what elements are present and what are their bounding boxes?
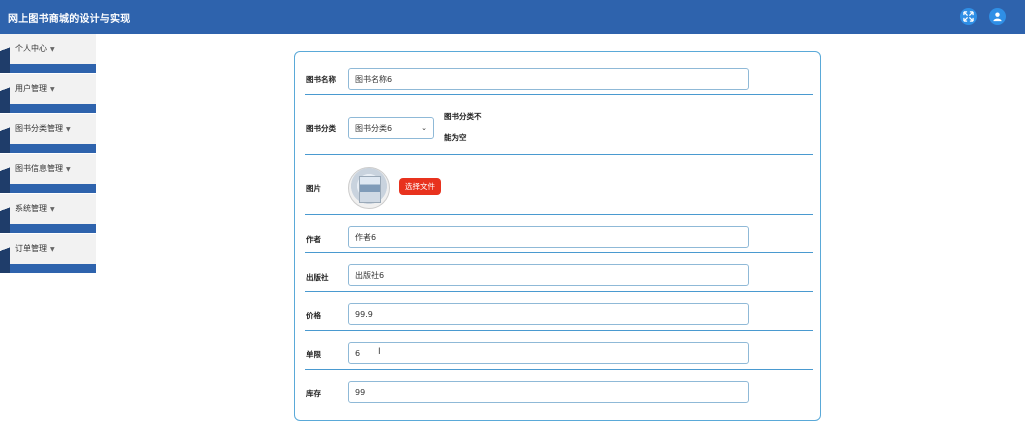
book-name-input[interactable]: 图书名称6	[348, 68, 749, 90]
publisher-input[interactable]: 出版社6	[348, 264, 749, 286]
user-icon	[993, 12, 1002, 22]
sidebar-item-label: 个人中心	[15, 44, 47, 53]
category-warning-line1: 图书分类不	[444, 112, 482, 121]
sidebar-item-label: 订单管理	[15, 244, 47, 253]
text-cursor-icon: I	[378, 347, 381, 357]
limit-input[interactable]: 6	[348, 342, 749, 364]
sidebar-item-label: 图书分类管理	[15, 124, 63, 133]
sidebar-item-system-management[interactable]: 系统管理 ▼	[0, 194, 96, 234]
stock-label: 库存	[306, 389, 321, 398]
sidebar-item-user-management[interactable]: 用户管理 ▼	[0, 74, 96, 114]
publisher-label: 出版社	[306, 273, 329, 282]
sidebar-item-book-info-management[interactable]: 图书信息管理 ▼	[0, 154, 96, 194]
app-title: 网上图书商城的设计与实现	[8, 14, 131, 25]
price-input[interactable]: 99.9	[348, 303, 749, 325]
caret-down-icon: ▼	[66, 126, 71, 133]
category-select[interactable]: 图书分类6 ⌄	[348, 117, 434, 139]
sidebar-item-order-management[interactable]: 订单管理 ▼	[0, 234, 96, 274]
choose-file-button[interactable]: 选择文件	[399, 178, 441, 195]
sidebar: 个人中心 ▼ 用户管理 ▼ 图书分类管理 ▼ 图书信息管理 ▼ 系统管理 ▼ 订单管理 ▼	[0, 34, 96, 400]
category-warning-line2: 能为空	[444, 133, 467, 142]
sidebar-item-category-management[interactable]: 图书分类管理 ▼	[0, 114, 96, 154]
author-input[interactable]: 作者6	[348, 226, 749, 248]
fullscreen-button[interactable]	[960, 8, 977, 25]
sidebar-item-label: 系统管理	[15, 204, 47, 213]
category-selected-value: 图书分类6	[355, 123, 393, 133]
sidebar-item-label: 用户管理	[15, 84, 47, 93]
caret-down-icon: ▼	[50, 246, 55, 253]
sidebar-item-label: 图书信息管理	[15, 164, 63, 173]
caret-down-icon: ▼	[50, 86, 55, 93]
category-label: 图书分类	[306, 124, 336, 133]
app-header: 网上图书商城的设计与实现	[0, 0, 1025, 34]
book-name-label: 图书名称	[306, 75, 336, 84]
caret-down-icon: ▼	[50, 46, 55, 53]
image-label: 图片	[306, 184, 321, 193]
book-edit-form: 图书名称 图书名称6 图书分类 图书分类6 ⌄ 图书分类不 能为空 图片 选择文…	[294, 51, 821, 421]
expand-icon	[963, 11, 974, 22]
sidebar-item-personal-center[interactable]: 个人中心 ▼	[0, 34, 96, 74]
author-label: 作者	[306, 235, 321, 244]
user-button[interactable]	[989, 8, 1006, 25]
limit-label: 单限	[306, 350, 321, 359]
caret-down-icon: ▼	[66, 166, 71, 173]
price-label: 价格	[306, 311, 321, 320]
chevron-down-icon: ⌄	[421, 124, 427, 132]
caret-down-icon: ▼	[50, 206, 55, 213]
book-cover-thumbnail	[348, 167, 390, 209]
